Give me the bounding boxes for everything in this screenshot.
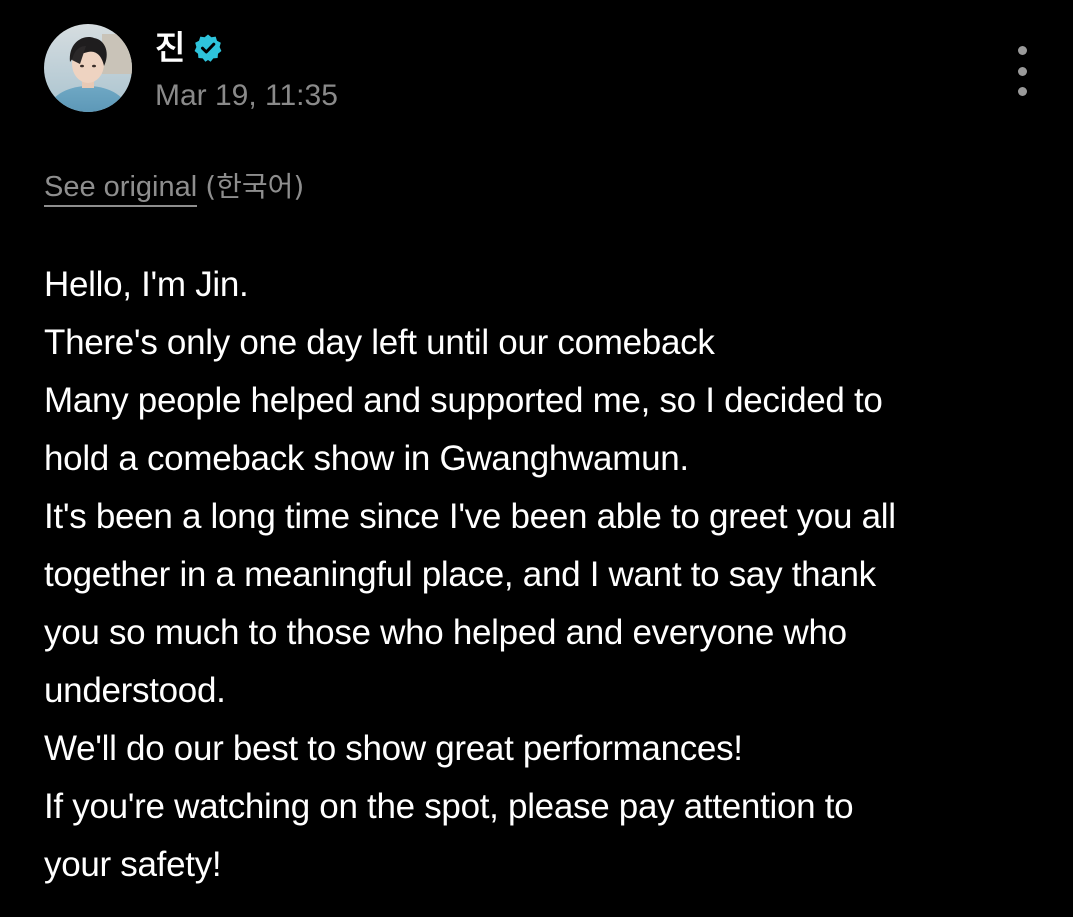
body-line: you so much to those who helped and ever… [44,613,847,652]
avatar-image [44,24,132,112]
more-vertical-icon-dot [1017,66,1027,76]
more-options-button[interactable] [1004,46,1040,96]
post-body: Hello, I'm Jin. There's only one day lef… [44,256,1044,894]
translation-bar: See original (한국어) [44,168,305,207]
post-timestamp: Mar 19, 11:35 [155,79,338,112]
body-line: your safety! [44,845,222,884]
body-line: Hello, I'm Jin. [44,265,249,304]
see-original-link[interactable]: See original [44,171,198,207]
body-line: hold a comeback show in Gwanghwamun. [44,439,689,478]
body-line: together in a meaningful place, and I wa… [44,555,876,594]
author-name[interactable]: 진 [155,28,185,68]
verified-badge-icon [193,33,223,63]
body-line: It's been a long time since I've been ab… [44,497,896,536]
more-vertical-icon-dot [1017,87,1027,96]
body-line: If you're watching on the spot, please p… [44,787,854,826]
author-avatar[interactable] [44,24,132,112]
post-card: 진 Mar 19, 11:35 See original (한국어) Hello… [0,0,1073,917]
body-line: We'll do our best to show great performa… [44,729,743,768]
body-line: understood. [44,671,226,710]
more-vertical-icon [1017,46,1027,55]
author-name-row: 진 [155,28,338,68]
body-line: There's only one day left until our come… [44,323,715,362]
post-header: 진 Mar 19, 11:35 [44,24,338,114]
author-info: 진 Mar 19, 11:35 [155,28,338,114]
original-language-label: (한국어) [205,170,305,203]
body-line: Many people helped and supported me, so … [44,381,883,420]
